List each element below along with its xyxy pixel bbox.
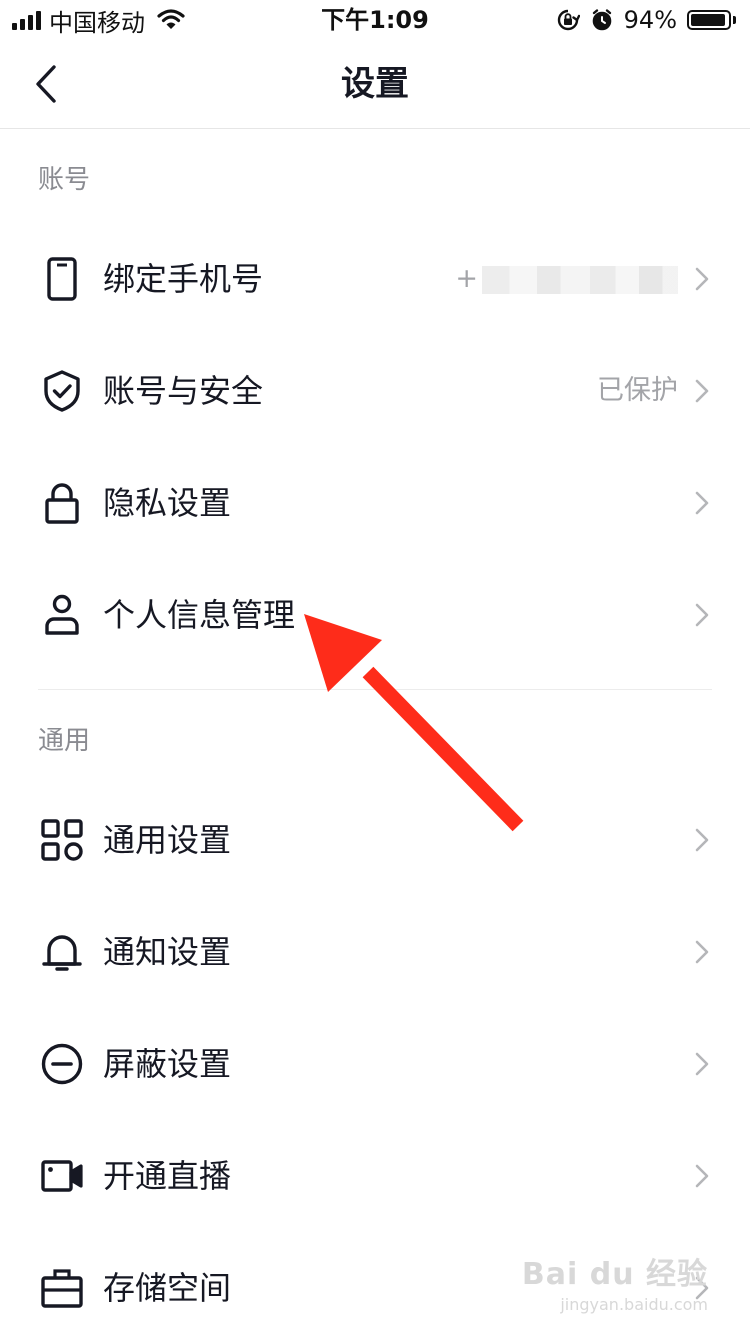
blurred-phone-number bbox=[482, 265, 678, 294]
status-bar: 中国移动 下午1:09 94% bbox=[0, 0, 750, 40]
nav-bar: 设置 bbox=[0, 40, 750, 129]
status-right: 94% bbox=[556, 4, 736, 36]
chevron-right-icon bbox=[695, 267, 709, 291]
battery-percent: 94% bbox=[623, 6, 677, 34]
row-label: 通知设置 bbox=[103, 933, 232, 971]
row-label: 隐私设置 bbox=[103, 484, 232, 522]
chevron-right-icon bbox=[695, 828, 709, 852]
chevron-right-icon bbox=[695, 1164, 709, 1188]
battery-icon bbox=[687, 10, 736, 30]
row-label: 开通直播 bbox=[103, 1157, 232, 1195]
chevron-right-icon bbox=[695, 940, 709, 964]
chevron-right-icon bbox=[695, 491, 709, 515]
page-title: 设置 bbox=[341, 64, 409, 104]
row-label: 存储空间 bbox=[103, 1269, 232, 1307]
alarm-icon bbox=[592, 9, 611, 31]
row-label: 屏蔽设置 bbox=[103, 1045, 232, 1083]
watermark: Bai du 经验 jingyan.baidu.com bbox=[522, 1249, 708, 1314]
row-privacy-settings[interactable]: 隐私设置 bbox=[0, 447, 750, 559]
orientation-lock-icon bbox=[557, 9, 580, 31]
row-label: 绑定手机号 bbox=[103, 260, 264, 298]
phone-icon bbox=[40, 257, 84, 301]
row-bind-phone[interactable]: 绑定手机号 + bbox=[0, 223, 750, 335]
row-block-settings[interactable]: 屏蔽设置 bbox=[0, 1008, 750, 1120]
row-open-live[interactable]: 开通直播 bbox=[0, 1120, 750, 1232]
row-label: 通用设置 bbox=[103, 821, 232, 859]
row-label: 个人信息管理 bbox=[103, 596, 296, 634]
chevron-right-icon bbox=[695, 379, 709, 403]
watermark-brand: Bai du 经验 bbox=[521, 1257, 708, 1292]
chevron-right-icon bbox=[695, 603, 709, 627]
section-header-general: 通用 bbox=[38, 726, 91, 756]
watermark-url: jingyan.baidu.com bbox=[560, 1295, 708, 1314]
phone-number-value: + bbox=[455, 223, 678, 335]
row-notification-settings[interactable]: 通知设置 bbox=[0, 896, 750, 1008]
row-general-settings[interactable]: 通用设置 bbox=[0, 784, 750, 896]
storage-box-icon bbox=[40, 1266, 84, 1310]
grid-icon bbox=[40, 818, 84, 862]
security-status-value: 已保护 bbox=[597, 375, 678, 406]
row-personal-info[interactable]: 个人信息管理 bbox=[0, 559, 750, 671]
video-camera-icon bbox=[40, 1154, 84, 1198]
row-account-security[interactable]: 账号与安全 已保护 bbox=[0, 335, 750, 447]
chevron-right-icon bbox=[695, 1052, 709, 1076]
lock-icon bbox=[40, 481, 84, 525]
settings-list: 账号 绑定手机号 + 账号与安全 已保护 隐私设置 个人信息管理 通用 通用设置… bbox=[0, 129, 750, 1344]
person-icon bbox=[40, 593, 84, 637]
section-header-account: 账号 bbox=[38, 165, 91, 195]
row-label: 账号与安全 bbox=[103, 372, 264, 410]
bell-icon bbox=[40, 930, 84, 974]
block-icon bbox=[40, 1042, 84, 1086]
shield-check-icon bbox=[40, 369, 84, 413]
